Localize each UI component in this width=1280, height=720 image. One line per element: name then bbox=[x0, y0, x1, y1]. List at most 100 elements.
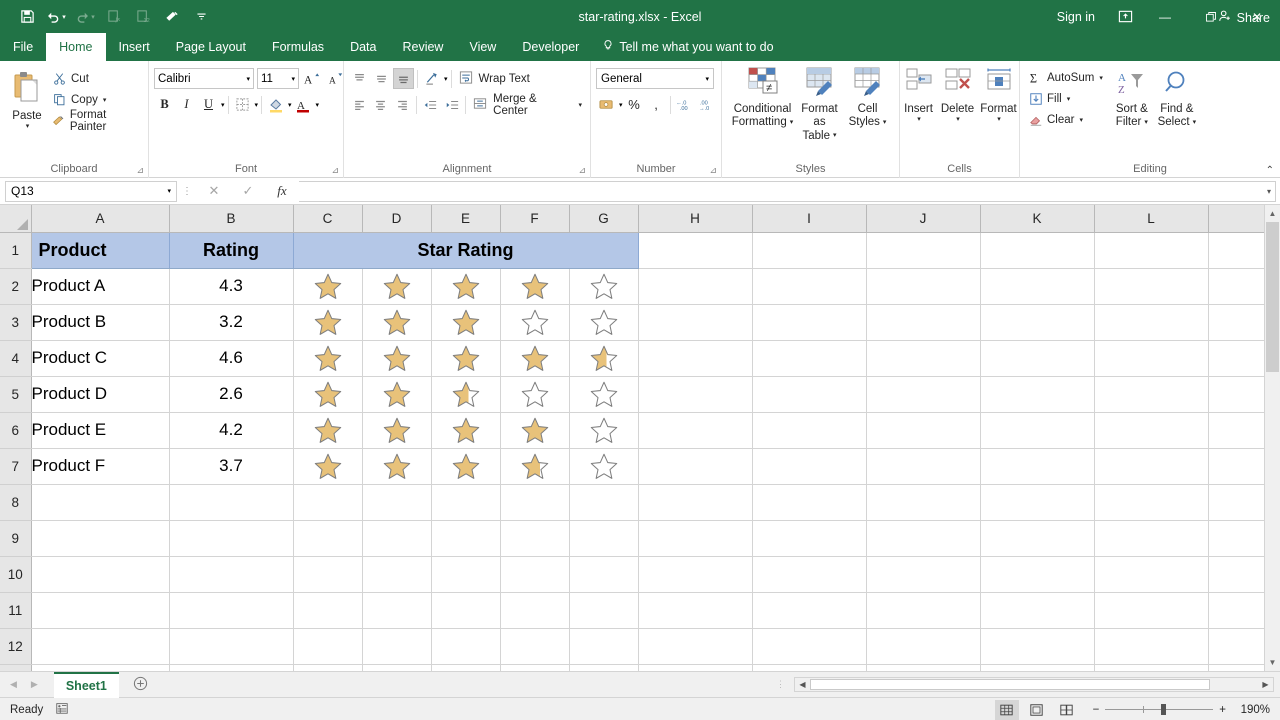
row-header-12[interactable]: 12 bbox=[0, 628, 32, 665]
cell-k10[interactable] bbox=[980, 556, 1095, 593]
cell-styles-caret[interactable]: ▾ bbox=[883, 119, 887, 127]
cell-b13[interactable] bbox=[169, 664, 294, 671]
cell-h5[interactable] bbox=[638, 376, 753, 413]
cell-a10[interactable] bbox=[31, 556, 170, 593]
cell-e10[interactable] bbox=[431, 556, 501, 593]
copy-button[interactable]: Copy ▾ bbox=[49, 89, 143, 110]
cell-i11[interactable] bbox=[752, 592, 867, 629]
cell-m4[interactable] bbox=[1208, 340, 1269, 377]
align-middle-button[interactable] bbox=[371, 68, 392, 89]
cell-i4[interactable] bbox=[752, 340, 867, 377]
cell-e11[interactable] bbox=[431, 592, 501, 629]
cell-h3[interactable] bbox=[638, 304, 753, 341]
add-sheet-button[interactable] bbox=[133, 676, 148, 694]
cell-i9[interactable] bbox=[752, 520, 867, 557]
cell-h1[interactable] bbox=[638, 232, 753, 269]
minimize-button[interactable]: — bbox=[1142, 0, 1188, 33]
row-header-10[interactable]: 10 bbox=[0, 556, 32, 593]
insert-cells-caret[interactable]: ▾ bbox=[917, 116, 921, 124]
cell-e13[interactable] bbox=[431, 664, 501, 671]
cell-f6-star[interactable] bbox=[500, 412, 570, 449]
row-header-11[interactable]: 11 bbox=[0, 592, 32, 629]
cell-m1[interactable] bbox=[1208, 232, 1269, 269]
cell-g3-star[interactable] bbox=[569, 304, 639, 341]
row-header-4[interactable]: 4 bbox=[0, 340, 32, 377]
borders-button[interactable] bbox=[232, 94, 253, 115]
cell-m2[interactable] bbox=[1208, 268, 1269, 305]
row-header-3[interactable]: 3 bbox=[0, 304, 32, 341]
cell-h12[interactable] bbox=[638, 628, 753, 665]
format-painter-button[interactable]: Format Painter bbox=[49, 109, 143, 133]
cell-styles-button[interactable]: Cell Styles ▾ bbox=[846, 65, 890, 132]
restore-button[interactable] bbox=[1188, 0, 1234, 33]
cell-m11[interactable] bbox=[1208, 592, 1269, 629]
redo-icon[interactable]: ▾ bbox=[72, 5, 98, 29]
column-header-h[interactable]: H bbox=[638, 205, 753, 233]
cell-l4[interactable] bbox=[1094, 340, 1209, 377]
cut-button[interactable]: Cut bbox=[49, 68, 143, 89]
cell-b11[interactable] bbox=[169, 592, 294, 629]
cell-a12[interactable] bbox=[31, 628, 170, 665]
cell-m6[interactable] bbox=[1208, 412, 1269, 449]
cell-i8[interactable] bbox=[752, 484, 867, 521]
cell-d13[interactable] bbox=[362, 664, 432, 671]
cell-i6[interactable] bbox=[752, 412, 867, 449]
cell-f11[interactable] bbox=[500, 592, 570, 629]
number-format-select[interactable]: General ▾ bbox=[596, 68, 714, 89]
cell-m10[interactable] bbox=[1208, 556, 1269, 593]
cell-f7-star[interactable] bbox=[500, 448, 570, 485]
tab-developer[interactable]: Developer bbox=[509, 33, 592, 61]
cell-b1[interactable]: Rating bbox=[169, 232, 294, 269]
save-icon[interactable] bbox=[14, 5, 40, 29]
column-header-e[interactable]: E bbox=[431, 205, 501, 233]
paste-button[interactable]: Paste ▾ bbox=[5, 66, 49, 133]
delete-cells-caret[interactable]: ▾ bbox=[956, 116, 960, 124]
column-header-f[interactable]: F bbox=[500, 205, 570, 233]
cell-d4-star[interactable] bbox=[362, 340, 432, 377]
cell-g6-star[interactable] bbox=[569, 412, 639, 449]
increase-font-size-button[interactable]: A bbox=[302, 68, 323, 89]
sort-icon[interactable]: 12 bbox=[130, 5, 156, 29]
scroll-split-handle[interactable]: ⋮ bbox=[768, 679, 794, 690]
cell-e7-star[interactable] bbox=[431, 448, 501, 485]
cell-a3[interactable]: Product B bbox=[31, 304, 170, 341]
tab-home[interactable]: Home bbox=[46, 33, 106, 61]
cell-d2-star[interactable] bbox=[362, 268, 432, 305]
cell-k11[interactable] bbox=[980, 592, 1095, 629]
merge-center-caret[interactable]: ▾ bbox=[578, 101, 582, 109]
sheet-tab-sheet1[interactable]: Sheet1 bbox=[53, 671, 119, 698]
fill-color-caret[interactable]: ▾ bbox=[288, 101, 292, 109]
cell-l11[interactable] bbox=[1094, 592, 1209, 629]
expand-formula-bar-caret[interactable]: ▾ bbox=[1267, 187, 1271, 196]
format-as-table-button[interactable]: Format as Table ▾ bbox=[794, 65, 846, 145]
cell-h8[interactable] bbox=[638, 484, 753, 521]
cell-f5-star[interactable] bbox=[500, 376, 570, 413]
zoom-slider[interactable]: − + bbox=[1093, 704, 1226, 716]
next-sheet-icon[interactable]: ▶ bbox=[31, 679, 38, 690]
cell-i10[interactable] bbox=[752, 556, 867, 593]
cell-h13[interactable] bbox=[638, 664, 753, 671]
tab-insert[interactable]: Insert bbox=[106, 33, 163, 61]
cell-j2[interactable] bbox=[866, 268, 981, 305]
format-painter-icon[interactable] bbox=[159, 5, 185, 29]
cell-c2-star[interactable] bbox=[293, 268, 363, 305]
percent-style-button[interactable]: % bbox=[624, 94, 645, 115]
page-break-view-button[interactable] bbox=[1055, 700, 1079, 720]
cell-h4[interactable] bbox=[638, 340, 753, 377]
row-header-5[interactable]: 5 bbox=[0, 376, 32, 413]
cell-c4-star[interactable] bbox=[293, 340, 363, 377]
comma-style-button[interactable]: , bbox=[646, 94, 667, 115]
cell-g13[interactable] bbox=[569, 664, 639, 671]
underline-caret[interactable]: ▾ bbox=[221, 101, 225, 109]
cell-h10[interactable] bbox=[638, 556, 753, 593]
cell-l5[interactable] bbox=[1094, 376, 1209, 413]
cell-j12[interactable] bbox=[866, 628, 981, 665]
vertical-scrollbar[interactable]: ▲ ▼ bbox=[1264, 205, 1280, 671]
cell-l6[interactable] bbox=[1094, 412, 1209, 449]
cell-b3[interactable]: 3.2 bbox=[169, 304, 294, 341]
scroll-down-icon[interactable]: ▼ bbox=[1265, 654, 1280, 671]
copy-dropdown-caret[interactable]: ▾ bbox=[103, 96, 107, 104]
cell-f9[interactable] bbox=[500, 520, 570, 557]
vertical-scroll-thumb[interactable] bbox=[1266, 222, 1279, 372]
cell-m3[interactable] bbox=[1208, 304, 1269, 341]
